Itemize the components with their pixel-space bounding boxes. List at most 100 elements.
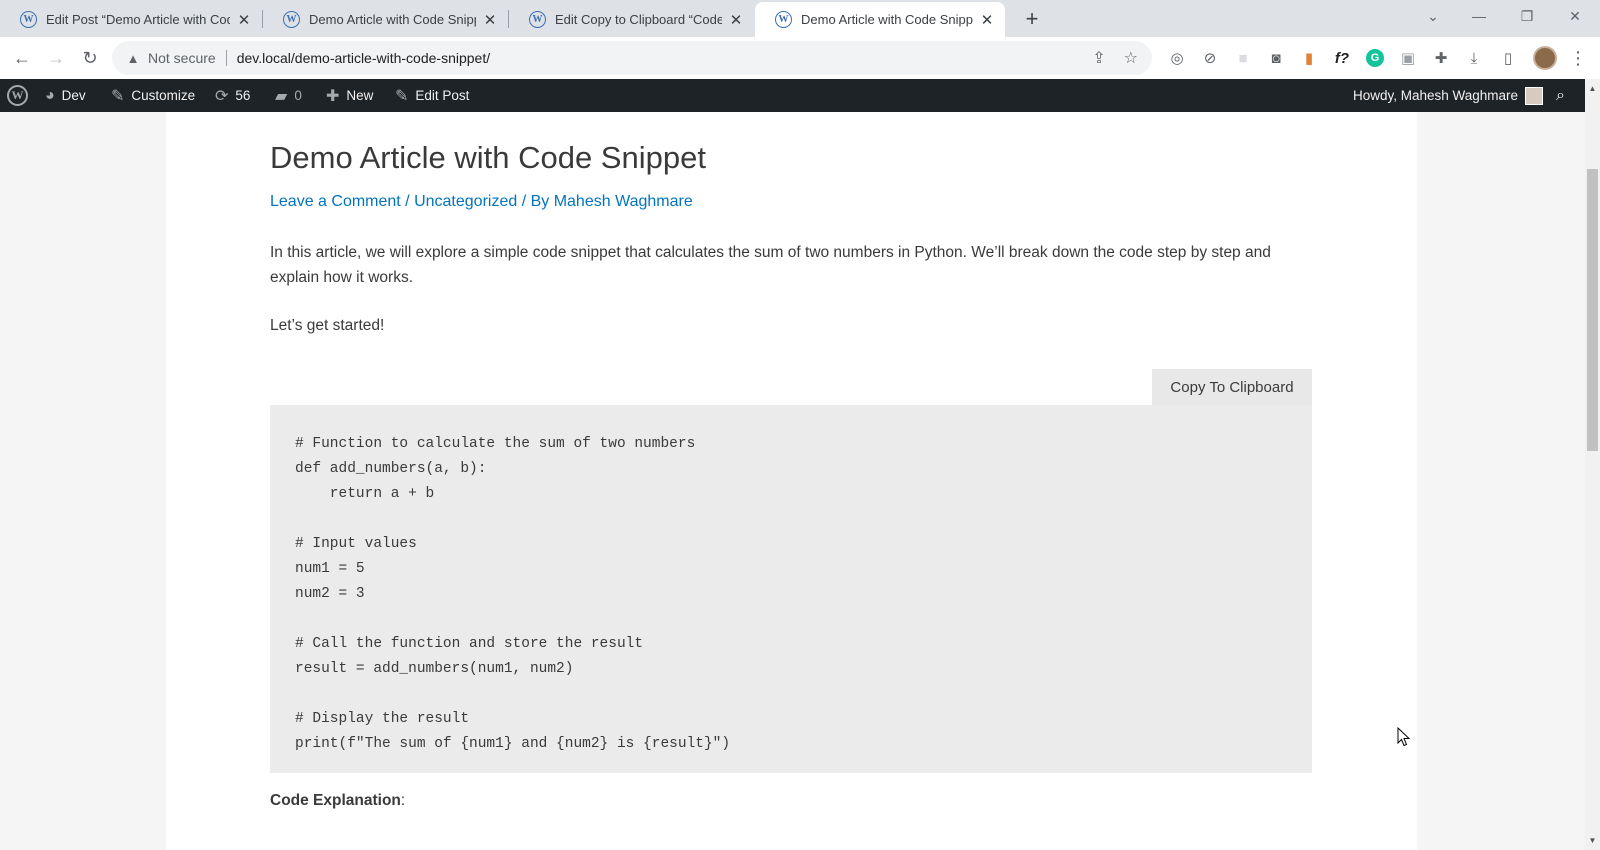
scrollbar-thumb[interactable] (1587, 169, 1598, 451)
site-name-menu[interactable]: ◕ Dev (45, 79, 86, 112)
my-account-menu[interactable]: Howdy, Mahesh Waghmare (1353, 79, 1544, 112)
brush-icon: ✎ (111, 87, 125, 105)
browser-menu-icon[interactable]: ⋮ (1568, 45, 1588, 71)
site-name: Dev (61, 88, 86, 103)
explanation-heading-text: Code Explanation (270, 792, 401, 809)
edit-post-link[interactable]: ✎ Edit Post (395, 79, 469, 112)
comments-link[interactable]: ▰ 0 (275, 79, 302, 112)
scroll-up-icon[interactable]: ▲ (1585, 81, 1600, 96)
comments-count: 0 (294, 88, 302, 103)
edit-post-label: Edit Post (415, 88, 470, 103)
browser-toolbar: ← → ↻ ▲ Not secure dev.local/demo-articl… (0, 37, 1600, 79)
code-line: result = add_numbers(num1, num2) (295, 661, 574, 677)
puzzle-icon[interactable]: ✚ (1431, 48, 1451, 68)
close-tab-icon[interactable]: ✕ (236, 11, 252, 29)
browser-tab-strip: W Edit Post “Demo Article with Code ✕ W … (0, 0, 1600, 37)
search-icon: ⌕ (1556, 86, 1565, 104)
page-scrollbar[interactable]: ▲ ▼ (1585, 79, 1600, 850)
tab-edit-post[interactable]: W Edit Post “Demo Article with Code ✕ (0, 2, 262, 37)
function-icon[interactable]: f? (1332, 48, 1352, 68)
code-line: print(f"The sum of {num1} and {num2} is … (295, 736, 731, 752)
security-label[interactable]: Not secure (148, 50, 216, 66)
tab-title: Demo Article with Code Snippet (309, 12, 476, 27)
code-line: # Input values (295, 536, 417, 552)
close-tab-icon[interactable]: ✕ (728, 11, 744, 29)
scroll-down-icon[interactable]: ▼ (1585, 833, 1600, 848)
grammarly-icon[interactable]: G (1365, 48, 1385, 68)
new-content-menu[interactable]: ✚ New (326, 79, 373, 112)
avatar (1525, 86, 1544, 105)
page-title: Demo Article with Code Snippet (270, 140, 706, 175)
back-icon[interactable]: ← (9, 45, 35, 71)
tab-demo-article[interactable]: W Demo Article with Code Snippet ✕ (263, 2, 508, 37)
code-line: num2 = 3 (295, 586, 365, 602)
copy-to-clipboard-button[interactable]: Copy To Clipboard (1152, 369, 1312, 405)
code-line: # Call the function and store the result (295, 636, 644, 652)
customize-label: Customize (131, 88, 196, 103)
bar-chart-icon[interactable]: ▮ (1299, 48, 1319, 68)
page-viewport: Demo Article with Code Snippet Leave a C… (0, 112, 1585, 850)
code-line: # Display the result (295, 711, 470, 727)
share-icon[interactable]: ⇪ (1092, 48, 1105, 68)
tab-search-icon[interactable]: ⌄ (1410, 0, 1456, 32)
warning-icon[interactable]: ▲ (126, 51, 140, 66)
updates-link[interactable]: ⟳ 56 (215, 79, 250, 112)
wp-admin-bar: W ◕ Dev ✎ Customize ⟳ 56 ▰ 0 ✚ New ✎ Edi… (0, 79, 1585, 112)
updates-count: 56 (235, 88, 251, 103)
tab-title: Edit Copy to Clipboard “Code Sn (555, 12, 722, 27)
code-line: # Function to calculate the sum of two n… (295, 436, 696, 452)
forward-icon[interactable]: → (43, 45, 69, 71)
article-container: Demo Article with Code Snippet Leave a C… (166, 112, 1417, 850)
profile-avatar[interactable] (1533, 46, 1557, 70)
intro-paragraph: In this article, we will explore a simpl… (270, 244, 1271, 286)
comment-bubble-icon: ▰ (275, 87, 288, 105)
download-icon[interactable]: ⤓ (1464, 48, 1484, 68)
wordpress-favicon-icon: W (775, 11, 792, 28)
dashboard-icon: ◕ (45, 86, 55, 104)
close-window-icon[interactable]: ✕ (1552, 0, 1598, 32)
address-divider (225, 50, 227, 66)
code-line: def add_numbers(a, b): (295, 461, 487, 477)
new-tab-button[interactable]: + (1018, 5, 1046, 33)
minimize-icon[interactable]: — (1456, 0, 1502, 32)
wp-logo-menu[interactable]: W (7, 79, 28, 112)
mouse-cursor-icon (1397, 727, 1411, 747)
leave-comment-link[interactable]: Leave a Comment (270, 193, 401, 210)
address-bar[interactable]: ▲ Not secure dev.local/demo-article-with… (112, 41, 1152, 75)
address-bar-actions: ⇪ ☆ (1092, 48, 1138, 68)
sidepanel-icon[interactable]: ▯ (1498, 48, 1518, 68)
updates-icon: ⟳ (215, 87, 229, 105)
wordpress-favicon-icon: W (20, 11, 37, 28)
restore-icon[interactable]: ❐ (1504, 0, 1550, 32)
post-meta: Leave a Comment / Uncategorized / By Mah… (270, 193, 693, 211)
wordpress-favicon-icon: W (529, 11, 546, 28)
image-extension-icon[interactable]: ▣ (1398, 48, 1418, 68)
blank-extension-icon[interactable]: ■ (1233, 48, 1253, 68)
code-line: num1 = 5 (295, 561, 365, 577)
meta-separator: / (400, 193, 415, 210)
code-line: return a + b (295, 486, 435, 502)
block-icon[interactable]: ⊘ (1200, 48, 1220, 68)
reload-icon[interactable]: ↻ (77, 45, 103, 71)
url-text[interactable]: dev.local/demo-article-with-code-snippet… (237, 50, 490, 66)
explanation-colon: : (400, 792, 406, 809)
code-explanation-heading: Code Explanation: (270, 792, 405, 810)
compass-icon[interactable]: ◎ (1167, 48, 1187, 68)
wordpress-logo-icon: W (7, 85, 28, 106)
tab-title: Demo Article with Code Snippet (801, 12, 973, 27)
bookmark-star-icon[interactable]: ☆ (1124, 48, 1138, 68)
camera-icon[interactable]: ◙ (1266, 48, 1286, 68)
category-link[interactable]: Uncategorized (414, 193, 517, 210)
meta-separator-by: / By (517, 193, 554, 210)
tab-edit-copy-to-clipboard[interactable]: W Edit Copy to Clipboard “Code Sn ✕ (509, 2, 754, 37)
close-tab-icon[interactable]: ✕ (482, 11, 498, 29)
tab-demo-article-active[interactable]: W Demo Article with Code Snippet ✕ (755, 2, 1005, 37)
new-label: New (346, 88, 374, 103)
search-toggle[interactable]: ⌕ (1556, 79, 1565, 112)
customize-link[interactable]: ✎ Customize (111, 79, 195, 112)
close-tab-icon[interactable]: ✕ (979, 11, 995, 29)
author-link[interactable]: Mahesh Waghmare (554, 193, 693, 210)
code-block[interactable]: # Function to calculate the sum of two n… (270, 405, 1312, 773)
